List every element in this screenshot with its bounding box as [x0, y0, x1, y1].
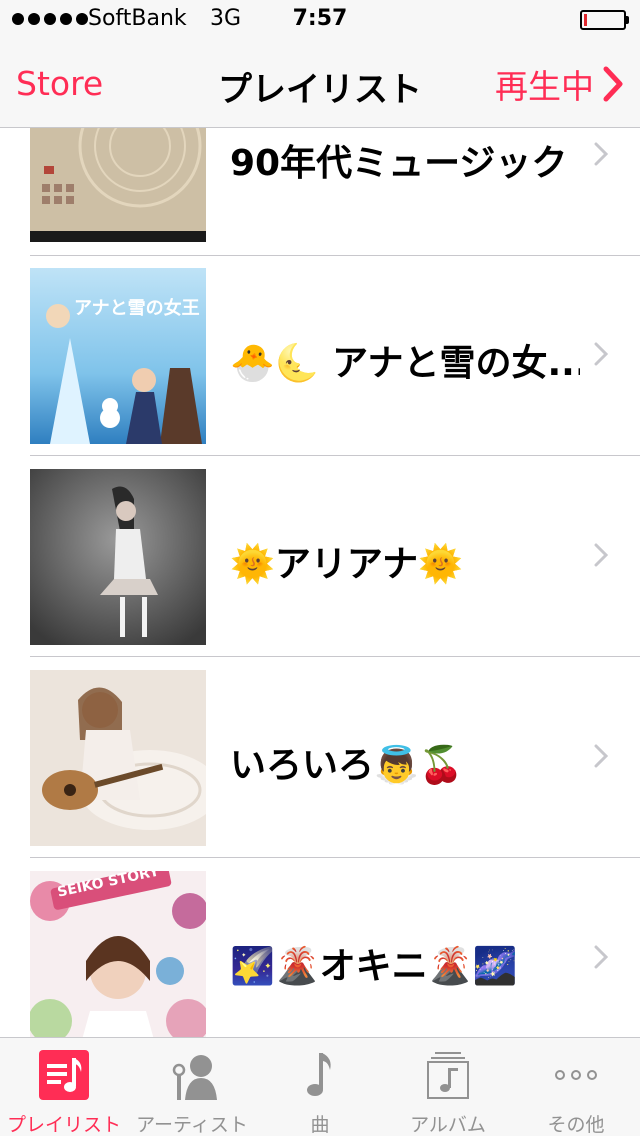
playlist-artwork: アナと雪の女王 — [30, 268, 206, 444]
playlist-title: 🌠🌋オキニ🌋🌌 — [230, 946, 518, 987]
playlist-title: 🐣🌜 アナと雪の女... — [230, 343, 580, 384]
playlist-row[interactable]: いろいろ👼🍒 — [0, 658, 640, 858]
playlist-row[interactable]: アナと雪の女王 🐣🌜 アナと雪の女... — [0, 256, 640, 456]
playlist-row[interactable]: 90年代ミュージック — [0, 128, 640, 256]
artwork-caption: アナと雪の女王 — [74, 298, 200, 319]
battery-icon — [580, 10, 626, 30]
tab-albums[interactable]: アルバム — [384, 1038, 512, 1136]
navigation-bar: Store プレイリスト 再生中 — [0, 40, 640, 128]
row-divider — [30, 656, 640, 657]
now-playing-button[interactable]: 再生中 — [495, 60, 624, 108]
chevron-right-icon — [594, 744, 608, 768]
chevron-right-icon — [603, 66, 623, 102]
playlist-artwork — [30, 128, 206, 242]
playlist-title: 90年代ミュージック — [230, 143, 568, 184]
store-button[interactable]: Store — [16, 64, 103, 103]
chevron-right-icon — [594, 142, 608, 166]
now-playing-label: 再生中 — [495, 67, 594, 106]
row-divider — [30, 857, 640, 858]
tab-artists[interactable]: アーティスト — [128, 1038, 256, 1136]
tab-label: アーティスト — [136, 1114, 248, 1136]
playlist-row[interactable]: SEIKO STORY 🌠🌋オキニ🌋🌌 — [0, 859, 640, 1037]
playlist-icon — [39, 1050, 89, 1100]
chevron-right-icon — [594, 342, 608, 366]
tab-label: プレイリスト — [6, 1114, 121, 1136]
tab-label: 曲 — [310, 1114, 330, 1136]
artist-icon — [172, 1055, 217, 1100]
playlist-title: いろいろ👼🍒 — [230, 745, 464, 786]
battery-tip — [626, 16, 629, 24]
tab-bar: プレイリスト アーティスト 曲 アルバム その他 — [0, 1037, 640, 1136]
chevron-right-icon — [594, 945, 608, 969]
tab-label: アルバム — [410, 1114, 486, 1136]
playlist-artwork — [30, 469, 206, 645]
more-icon — [555, 1070, 597, 1080]
tab-more[interactable]: その他 — [512, 1038, 640, 1136]
status-time: 7:57 — [292, 6, 348, 31]
tab-label: その他 — [547, 1114, 605, 1136]
playlist-artwork: SEIKO STORY — [30, 871, 206, 1037]
status-bar: SoftBank 3G 7:57 — [0, 0, 640, 40]
playlist-list[interactable]: 90年代ミュージック アナと雪の女王 🐣🌜 アナと雪の女... 🌞アリアナ🌞 い… — [0, 128, 640, 1037]
chevron-right-icon — [594, 543, 608, 567]
playlist-artwork — [30, 670, 206, 846]
tab-playlists[interactable]: プレイリスト — [0, 1038, 128, 1136]
tab-songs[interactable]: 曲 — [256, 1038, 384, 1136]
album-icon — [427, 1052, 469, 1099]
music-note-icon — [307, 1053, 331, 1096]
playlist-row[interactable]: 🌞アリアナ🌞 — [0, 457, 640, 657]
row-divider — [30, 455, 640, 456]
playlist-title: 🌞アリアナ🌞 — [230, 544, 463, 585]
